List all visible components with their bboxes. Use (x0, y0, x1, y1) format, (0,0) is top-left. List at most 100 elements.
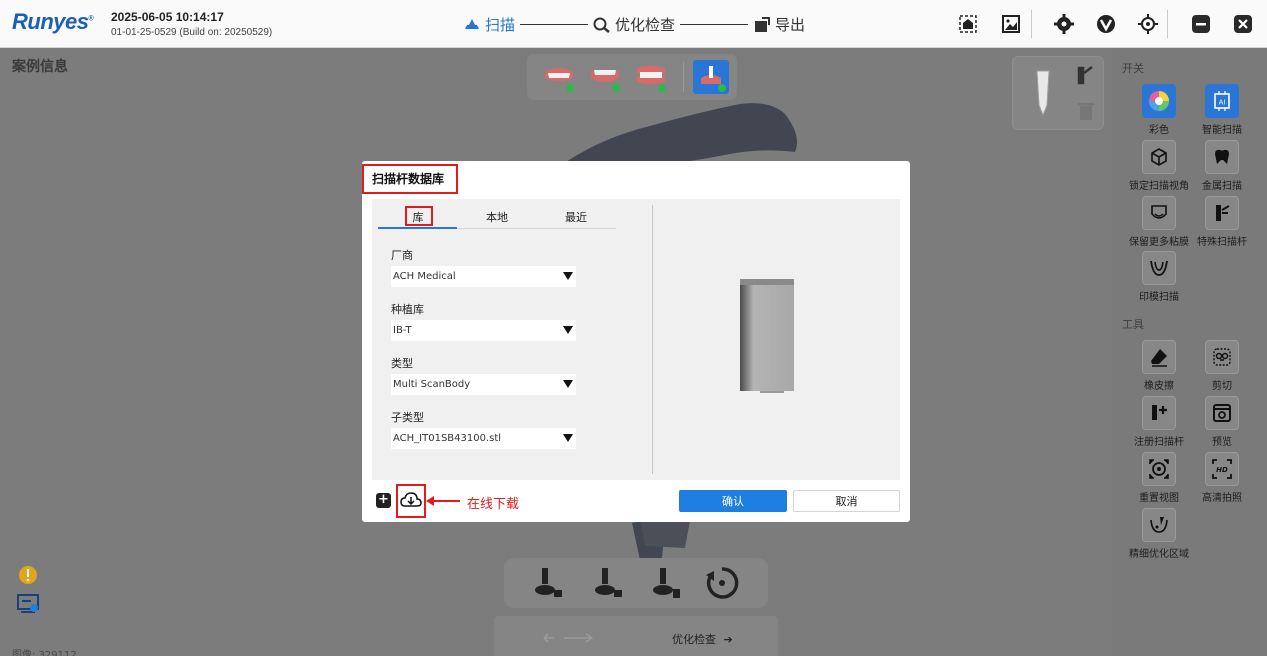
tab-recent[interactable]: 最近 (546, 209, 606, 225)
eraser-tool-box (1142, 340, 1176, 374)
ai-scan-toggle[interactable]: AI 智能扫描 (1186, 84, 1258, 136)
v-logo-icon[interactable] (1095, 13, 1117, 35)
mucosa-toggle-label: 保留更多粘膜 (1129, 237, 1189, 248)
step-connector (520, 24, 589, 25)
manufacturer-label: 厂商 (391, 249, 413, 262)
camera-home-icon[interactable] (957, 13, 979, 35)
gear-icon[interactable] (1053, 13, 1075, 35)
toolbar-separator (1031, 10, 1032, 38)
toolbar-separator (1167, 10, 1168, 38)
add-button[interactable]: + (376, 493, 391, 508)
special-scanbody-toggle[interactable]: 特殊扫描杆 (1186, 196, 1258, 248)
scanbody-jaw-icon[interactable] (693, 60, 729, 94)
refine-area-tool-box (1142, 508, 1176, 542)
step-optimize[interactable]: 优化检查 (593, 14, 675, 35)
dialog-tabs: 库 本地 最近 (378, 205, 616, 229)
metal-scan-toggle[interactable]: 金属扫描 (1186, 140, 1258, 192)
color-toggle-box (1142, 84, 1176, 118)
color-toggle[interactable]: 彩色 (1123, 84, 1195, 136)
warning-icon[interactable] (18, 565, 38, 585)
dropdown-arrow-icon (563, 326, 573, 334)
dropdown-arrow-icon (563, 380, 573, 388)
reset-view-tool[interactable]: 重置视图 (1123, 452, 1195, 504)
ai-scan-toggle-box: AI (1205, 84, 1239, 118)
active-tab-indicator (378, 227, 457, 229)
close-icon[interactable] (1232, 13, 1254, 35)
confirm-button[interactable]: 确认 (679, 490, 787, 512)
special-scanbody-toggle-box (1205, 196, 1239, 230)
svg-text:HD: HD (1216, 466, 1228, 474)
annotation-arrow (426, 496, 460, 506)
register-scanbody-tool-box (1142, 396, 1176, 430)
hd-photo-tool-label: 高清拍照 (1202, 493, 1242, 504)
trash-icon[interactable] (1077, 101, 1095, 121)
step-export-label: 导出 (775, 16, 806, 34)
cut-tool-label: 剪切 (1212, 381, 1232, 392)
next-step-button[interactable]: 优化检查 ➔ (672, 631, 733, 647)
eraser-icon (1151, 349, 1167, 367)
bite-icon[interactable] (635, 64, 667, 92)
right-panel: 开关 彩色 AI 智能扫描 锁定扫描视角 金属扫描 保留更多粘膜 特殊扫描杆 印… (1112, 48, 1267, 656)
hd-photo-tool[interactable]: HD 高清拍照 (1186, 452, 1258, 504)
impression-scan-toggle-label: 印模扫描 (1139, 292, 1179, 303)
cut-tool[interactable]: 剪切 (1186, 340, 1258, 392)
step-export[interactable]: 导出 (753, 14, 805, 35)
minimize-icon[interactable] (1190, 13, 1212, 35)
impression-scan-toggle[interactable]: 印模扫描 (1123, 251, 1195, 303)
scanbody-pin-icon[interactable] (1075, 65, 1095, 85)
implant-library-value: IB-T (393, 325, 412, 336)
prev-arrow-icon[interactable] (542, 632, 596, 644)
top-bar: Runyes® 2025-06-05 10:14:17 01-01-25-052… (0, 0, 1267, 48)
svg-text:AI: AI (1219, 99, 1226, 107)
scanbody-lock-lower-icon[interactable] (592, 566, 628, 600)
impression-icon (1150, 260, 1168, 276)
mucosa-toggle[interactable]: 保留更多粘膜 (1123, 196, 1195, 248)
lock-view-toggle-label: 锁定扫描视角 (1129, 181, 1189, 192)
metal-scan-toggle-label: 金属扫描 (1202, 181, 1242, 192)
cloud-download-icon[interactable] (400, 492, 422, 510)
refine-area-tool-label: 精细优化区域 (1129, 549, 1189, 560)
dialog-divider (652, 205, 653, 474)
implant-library-select[interactable]: IB-T (391, 320, 576, 341)
image-icon[interactable] (1000, 13, 1022, 35)
preview-tool-box (1205, 396, 1239, 430)
screen-feedback-icon[interactable] (16, 592, 40, 616)
type-select[interactable]: Multi ScanBody (391, 374, 576, 395)
lower-jaw-icon[interactable] (589, 64, 621, 92)
refine-area-icon (1150, 517, 1168, 533)
lock-view-toggle[interactable]: 锁定扫描视角 (1123, 140, 1195, 192)
manufacturer-select[interactable]: ACH Medical (391, 266, 576, 287)
scanbody-tip-icon (1036, 70, 1050, 117)
cut-icon (1213, 348, 1231, 366)
switch-section-title: 开关 (1122, 62, 1144, 75)
ai-scan-toggle-label: 智能扫描 (1202, 125, 1242, 136)
scanbody-delete-icon[interactable] (650, 566, 686, 600)
preview-tool[interactable]: 预览 (1186, 396, 1258, 448)
preview-tool-label: 预览 (1212, 437, 1232, 448)
register-scanbody-tool[interactable]: 注册扫描杆 (1123, 396, 1195, 448)
crosshair-icon[interactable] (1137, 13, 1159, 35)
impression-scan-toggle-box (1142, 251, 1176, 285)
upper-jaw-icon[interactable] (543, 64, 575, 92)
metal-scan-toggle-box (1205, 140, 1239, 174)
jaw-separator (683, 62, 684, 92)
tools-section-title: 工具 (1122, 318, 1144, 331)
step-optimize-label: 优化检查 (615, 16, 676, 34)
reset-view-icon (1149, 459, 1169, 479)
eraser-tool[interactable]: 橡皮擦 (1123, 340, 1195, 392)
case-info-label[interactable]: 案例信息 (12, 56, 68, 76)
refine-area-tool[interactable]: 精细优化区域 (1123, 508, 1195, 560)
tab-local[interactable]: 本地 (467, 209, 527, 225)
ai-chip-icon: AI (1214, 91, 1230, 111)
scanbody-lock-upper-icon[interactable] (532, 566, 568, 600)
preview-icon (1213, 404, 1231, 422)
subtype-select[interactable]: ACH_IT01SB43100.stl (391, 428, 576, 449)
dialog-title: 扫描杆数据库 (362, 164, 458, 194)
reset-rotate-icon[interactable] (704, 565, 740, 601)
type-label: 类型 (391, 357, 413, 370)
reset-view-tool-box (1142, 452, 1176, 486)
scanbody-preview[interactable] (740, 279, 794, 393)
step-scan[interactable]: 扫描 (463, 14, 515, 35)
next-step-label: 优化检查 (672, 633, 716, 646)
cancel-button[interactable]: 取消 (793, 490, 900, 512)
